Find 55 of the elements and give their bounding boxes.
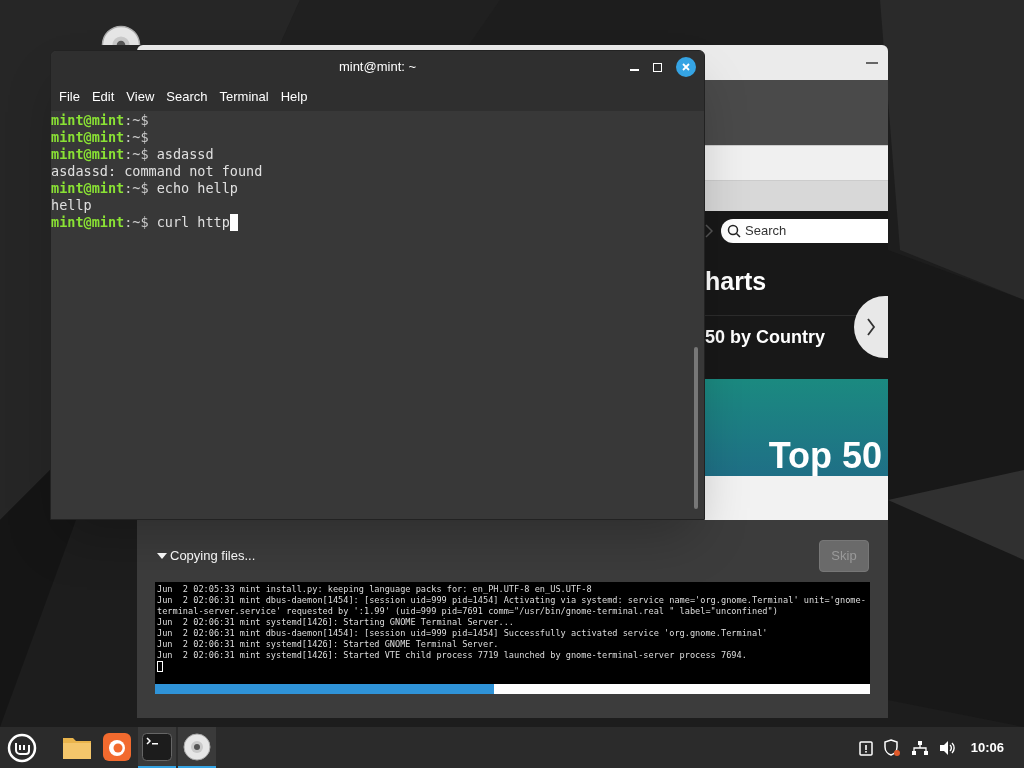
banner-title: Top 50	[768, 436, 882, 476]
output-line: hellp	[51, 197, 93, 214]
scrollbar-thumb[interactable]	[694, 347, 698, 509]
page-heading: harts	[705, 267, 767, 295]
volume-icon[interactable]	[938, 739, 957, 756]
text-cursor	[157, 661, 163, 672]
menu-item[interactable]: File	[53, 87, 86, 107]
expander[interactable]: Copying files...	[156, 546, 256, 566]
clock[interactable]: 10:06	[970, 737, 1004, 758]
browser-icon[interactable]	[103, 732, 131, 761]
menu-item[interactable]: Terminal	[213, 87, 275, 107]
close-button[interactable]	[676, 57, 696, 77]
section-heading: 50 by Country	[705, 326, 826, 347]
taskbar-button[interactable]	[178, 727, 216, 768]
chevron-right-icon	[866, 317, 876, 337]
maximize-button[interactable]	[653, 62, 662, 72]
prompt-user: mint@mint	[51, 146, 125, 163]
search-icon	[727, 224, 741, 238]
prompt-user: mint@mint	[51, 214, 125, 231]
output-line: asdassd: command not found	[51, 163, 264, 180]
shield-icon[interactable]	[882, 738, 901, 757]
log-line: Jun 2 02:05:33 mint install.py: keeping language packs for: en_PH.UTF-8 en_US.UTF-8	[157, 584, 593, 595]
menu-item[interactable]: Edit	[85, 87, 121, 107]
log-line: Jun 2 02:06:31 mint systemd[1426]: Started VTE child process 7719 launched by gnome-terminal-server process 7694.	[157, 650, 748, 661]
prompt-user: mint@mint	[51, 129, 125, 146]
terminal-icon[interactable]	[142, 732, 172, 761]
mint-logo-icon	[7, 732, 37, 763]
command-text: echo hellp	[155, 180, 238, 197]
log-line: Jun 2 02:06:31 mint dbus-daemon[1454]: [session uid=999 pid=1454] Successfully activated service 'org.gnome.Terminal'	[157, 628, 769, 639]
network-icon[interactable]	[910, 739, 929, 756]
menu-item[interactable]: View	[120, 87, 161, 107]
prompt-path: :~$	[124, 112, 149, 129]
prompt-path: :~$	[124, 146, 149, 163]
window-title: mint@mint: ~	[338, 58, 417, 77]
close-icon	[682, 63, 690, 71]
prompt-path: :~$	[124, 129, 149, 146]
menu-item[interactable]: Help	[274, 87, 314, 107]
log-line: Jun 2 02:06:31 mint systemd[1426]: Starting GNOME Terminal Server...	[157, 617, 515, 628]
minimize-button[interactable]	[866, 61, 878, 64]
next-button[interactable]	[854, 296, 888, 358]
text-cursor	[229, 214, 238, 231]
prompt-path: :~$	[124, 180, 149, 197]
log-line: Jun 2 02:06:31 mint systemd[1426]: Started GNOME Terminal Server.	[157, 639, 500, 650]
command-text: curl http	[155, 214, 230, 231]
prompt-user: mint@mint	[51, 180, 125, 197]
taskbar-button[interactable]	[138, 727, 176, 768]
menu-item[interactable]: Search	[160, 87, 214, 107]
notification-icon[interactable]	[858, 739, 873, 756]
prompt-user: mint@mint	[51, 112, 125, 129]
log-line: Jun 2 02:06:31 mint dbus-daemon[1454]: [session uid=999 pid=1454] Activating via systemd: service name='org.gnome.Terminal' unit='gnome-terminal-server.service' requested by ':1.99' (uid=999 pid=7691 comm="/usr/bin/gnome-terminal.real " label="unconfined")	[157, 595, 867, 617]
command-text: asdassd	[155, 146, 214, 163]
expander-icon	[156, 551, 168, 561]
prompt-path: :~$	[124, 214, 149, 231]
disc-icon[interactable]	[183, 732, 211, 761]
search-field[interactable]: Search	[721, 219, 888, 243]
